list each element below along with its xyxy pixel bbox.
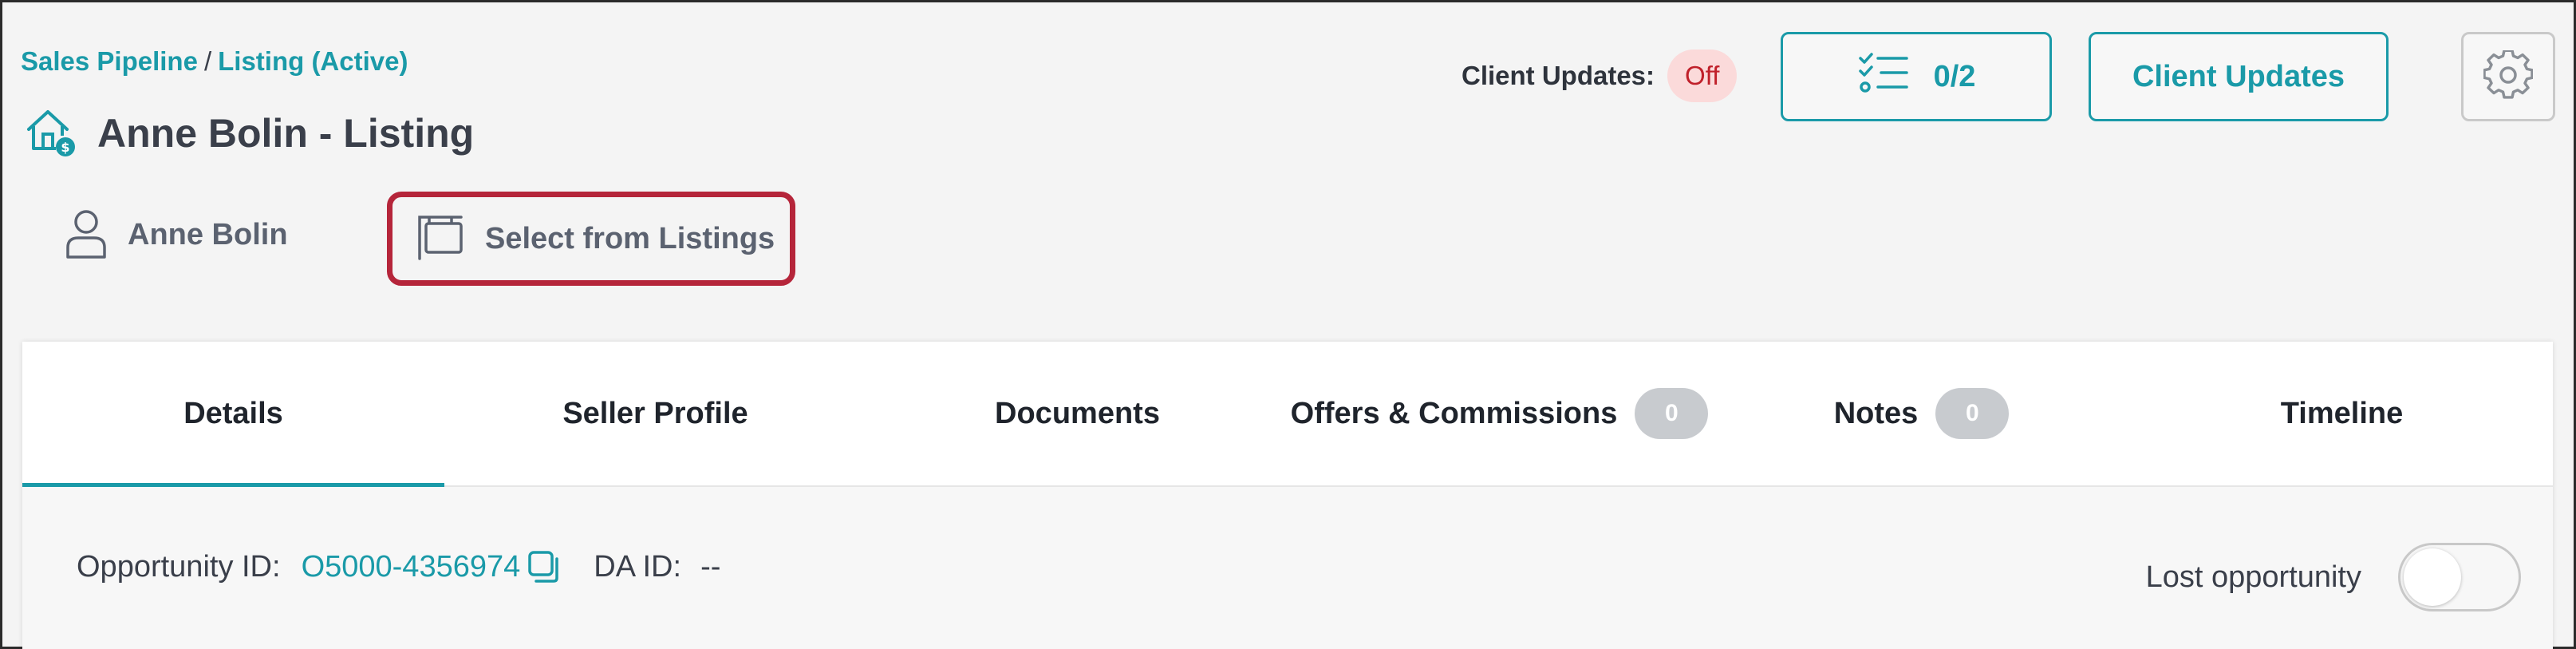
- client-updates-button[interactable]: Client Updates: [2089, 32, 2389, 121]
- opportunity-row: Opportunity ID: O5000-4356974 DA ID: --: [77, 549, 720, 584]
- contact-name: Anne Bolin: [128, 218, 288, 251]
- listing-sign-icon: [415, 214, 466, 264]
- copy-icon[interactable]: [527, 549, 562, 584]
- tab-timeline-label: Timeline: [2280, 396, 2404, 430]
- da-id-value: --: [700, 549, 721, 584]
- checklist-icon: [1857, 52, 1910, 101]
- tab-bar: Details Seller Profile Documents Offers …: [22, 342, 2553, 487]
- tasks-count: 0/2: [1933, 59, 1976, 93]
- gear-icon: [2483, 49, 2534, 104]
- tab-details[interactable]: Details: [22, 342, 444, 487]
- breadcrumb-listing-active[interactable]: Listing (Active): [218, 46, 408, 76]
- person-icon: [64, 208, 108, 263]
- lost-opportunity-control: Lost opportunity: [2146, 543, 2521, 611]
- tab-offers-commissions[interactable]: Offers & Commissions 0: [1288, 342, 1710, 485]
- tasks-button[interactable]: 0/2: [1781, 32, 2052, 121]
- opportunity-id-label: Opportunity ID:: [77, 549, 281, 584]
- select-from-listings-button[interactable]: Select from Listings: [387, 192, 795, 286]
- select-from-listings-label: Select from Listings: [485, 221, 775, 255]
- contact-person[interactable]: Anne Bolin: [64, 208, 288, 263]
- tab-notes[interactable]: Notes 0: [1710, 342, 2132, 485]
- contact-row: Anne Bolin: [64, 208, 288, 263]
- tab-details-label: Details: [183, 396, 283, 430]
- tab-seller-profile-label: Seller Profile: [562, 396, 748, 430]
- client-updates-status-label: Client Updates:: [1462, 61, 1655, 90]
- lost-opportunity-label: Lost opportunity: [2145, 560, 2361, 594]
- breadcrumb-separator: /: [203, 46, 212, 76]
- toggle-knob: [2404, 548, 2461, 606]
- page-title: Anne Bolin - Listing: [97, 110, 475, 156]
- title-row: $ Anne Bolin - Listing: [24, 104, 474, 162]
- breadcrumb: Sales Pipeline / Listing (Active): [21, 46, 408, 77]
- tab-offers-commissions-label: Offers & Commissions: [1290, 396, 1618, 430]
- client-updates-status: Client Updates: Off: [1462, 49, 1738, 102]
- tab-timeline[interactable]: Timeline: [2131, 342, 2553, 485]
- tab-documents-label: Documents: [995, 396, 1160, 430]
- breadcrumb-sales-pipeline[interactable]: Sales Pipeline: [21, 46, 198, 76]
- tab-notes-badge: 0: [1935, 388, 2010, 439]
- client-updates-status-badge: Off: [1667, 49, 1738, 102]
- tab-seller-profile[interactable]: Seller Profile: [444, 342, 866, 485]
- settings-button[interactable]: [2461, 32, 2555, 121]
- tab-notes-label: Notes: [1833, 396, 1919, 430]
- house-dollar-icon: $: [24, 104, 78, 162]
- svg-text:$: $: [61, 140, 69, 155]
- client-updates-button-label: Client Updates: [2132, 59, 2345, 93]
- da-id-label: DA ID:: [594, 549, 682, 584]
- details-card: Details Seller Profile Documents Offers …: [22, 342, 2553, 649]
- opportunity-id-value[interactable]: O5000-4356974: [302, 550, 521, 584]
- lost-opportunity-toggle[interactable]: [2398, 543, 2521, 611]
- tab-documents[interactable]: Documents: [866, 342, 1288, 485]
- tab-offers-commissions-badge: 0: [1635, 388, 1709, 439]
